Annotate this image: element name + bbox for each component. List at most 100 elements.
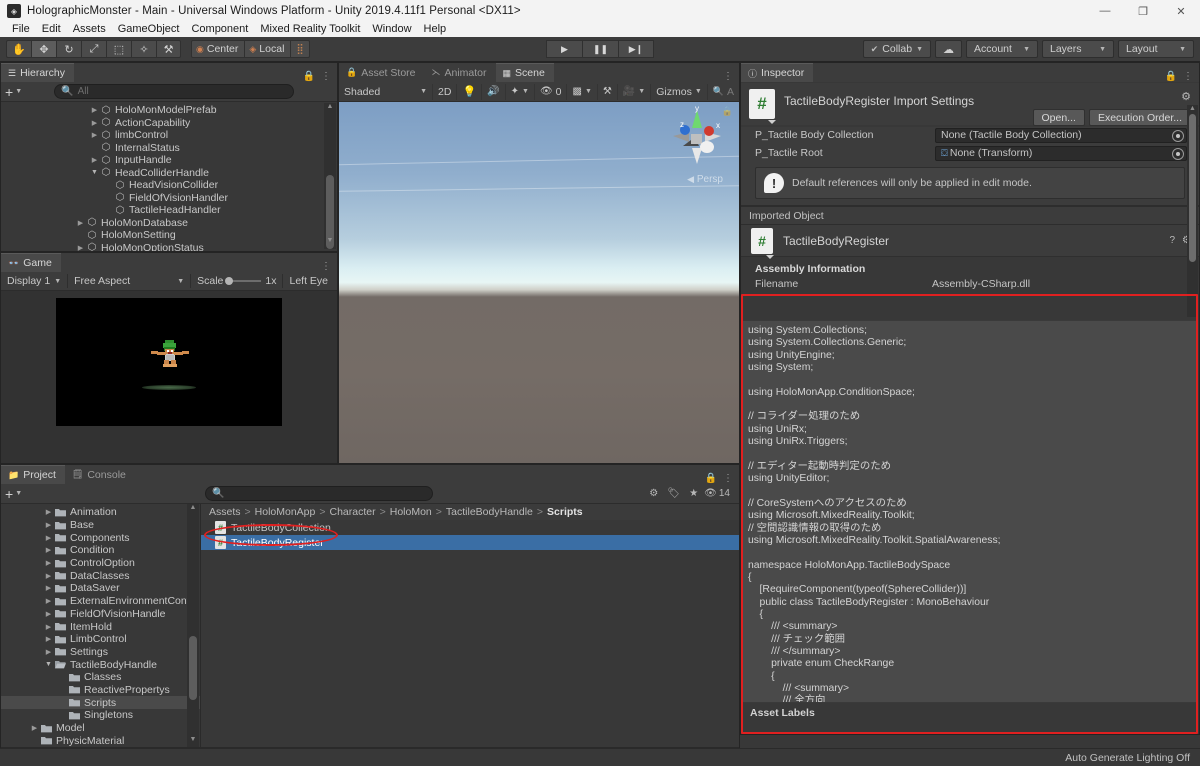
custom-editor-tool-icon[interactable]: ⚒ [156,40,181,58]
toggle-2d-button[interactable]: 2D [433,83,458,100]
chevron-right-icon[interactable]: ▶ [89,156,100,164]
chevron-right-icon[interactable]: ▶ [43,508,54,516]
hierarchy-item[interactable]: ⬡ InternalStatus [1,142,337,155]
hand-tool-icon[interactable]: ✋ [6,40,31,58]
project-file-item[interactable]: # TactileBodyRegister [201,535,739,550]
more-options-icon[interactable]: ⋮ [321,71,331,82]
chevron-down-icon[interactable]: ▼ [43,661,54,668]
breadcrumb-segment[interactable]: HoloMon [390,506,432,518]
chevron-right-icon[interactable]: ▶ [29,724,40,732]
tab-hierarchy[interactable]: ☰ Hierarchy [1,63,75,82]
project-folder-item[interactable]: PhysicMaterial [1,734,200,747]
grid-visibility-dropdown[interactable]: ▩ ▼ [567,83,598,100]
chevron-right-icon[interactable]: ▶ [43,534,54,542]
chevron-right-icon[interactable]: ▶ [43,623,54,631]
hierarchy-item[interactable]: ▶ ⬡ HoloMonModelPrefab [1,104,337,117]
project-folder-item[interactable]: ▼ TactileBodyHandle [1,658,200,671]
move-tool-icon[interactable]: ✥ [31,40,56,58]
projection-mode-label[interactable]: ◀ Persp [687,174,723,185]
scale-slider[interactable]: Scale 1x [191,272,282,291]
project-search-input[interactable]: 🔍 [205,486,434,501]
tab-project[interactable]: 📁 Project [1,465,65,484]
chevron-right-icon[interactable]: ▶ [89,119,100,127]
project-folder-item[interactable]: ▶ Model [1,722,200,735]
scene-search-input[interactable]: 🔍 A [708,84,739,100]
hierarchy-item[interactable]: ▶ ⬡ HoloMonDatabase [1,217,337,230]
menu-file[interactable]: File [6,22,36,37]
search-by-type-icon[interactable]: ⚙ [644,486,663,502]
play-button[interactable]: ▶ [546,40,582,58]
asset-labels-section[interactable]: Asset Labels [742,704,1198,722]
transform-tool-icon[interactable]: ✧ [131,40,156,58]
help-icon[interactable]: ? [1169,235,1175,246]
project-folder-item[interactable]: ▶ Condition [1,544,200,557]
effects-dropdown[interactable]: ✦ ▼ [506,83,535,100]
game-canvas[interactable] [1,291,337,463]
account-button[interactable]: Account ▼ [966,40,1038,58]
more-options-icon[interactable]: ⋮ [321,261,331,272]
gear-icon[interactable]: ⚙ [1181,90,1191,103]
breadcrumb-segment[interactable]: Character [330,506,376,518]
chevron-right-icon[interactable]: ▶ [43,610,54,618]
more-options-icon[interactable]: ⋮ [723,71,733,82]
hierarchy-item[interactable]: ▼ ⬡ HeadColliderHandle [1,167,337,180]
chevron-right-icon[interactable]: ▶ [75,244,86,251]
scroll-down-icon[interactable]: ▼ [327,237,334,247]
project-folder-item[interactable]: Scripts [1,696,200,709]
scene-visibility-toggle[interactable]: 👁 0 [535,83,568,100]
maximize-button[interactable]: ❐ [1124,0,1162,22]
chevron-right-icon[interactable]: ▶ [75,219,86,227]
breadcrumb-segment[interactable]: Scripts [547,506,583,518]
rotate-tool-icon[interactable]: ↻ [56,40,81,58]
menu-edit[interactable]: Edit [36,22,67,37]
hierarchy-item[interactable]: ⬡ HeadVisionCollider [1,179,337,192]
chevron-right-icon[interactable]: ▶ [43,584,54,592]
pause-button[interactable]: ❚❚ [582,40,618,58]
hierarchy-search-input[interactable]: 🔍 All [54,84,295,99]
breadcrumb-segment[interactable]: HoloMonApp [255,506,316,518]
hierarchy-item[interactable]: ▶ ⬡ ActionCapability [1,117,337,130]
project-tree-scrollbar[interactable]: ▲ ▼ [187,504,199,747]
project-folder-item[interactable]: ▶ Base [1,519,200,532]
hierarchy-item[interactable]: ⬡ FieldOfVisionHandler [1,192,337,205]
create-asset-button[interactable]: + ▼ [5,486,22,502]
more-options-icon[interactable]: ⋮ [1183,71,1193,82]
menu-assets[interactable]: Assets [67,22,112,37]
tab-console[interactable]: 🗒 Console [64,465,135,484]
layout-button[interactable]: Layout ▼ [1118,40,1194,58]
close-button[interactable]: ✕ [1162,0,1200,22]
hierarchy-item[interactable]: ⬡ TactileHeadHandler [1,204,337,217]
step-button[interactable]: ▶❙ [618,40,654,58]
scale-slider-knob[interactable] [225,277,234,285]
aspect-dropdown[interactable]: Free Aspect ▼ [68,272,190,291]
project-folder-item[interactable]: ▶ ItemHold [1,620,200,633]
scale-slider-track[interactable] [225,277,262,285]
hierarchy-item[interactable]: ▶ ⬡ limbControl [1,129,337,142]
tab-inspector[interactable]: ⓘ Inspector [741,63,814,82]
gizmos-dropdown[interactable]: Gizmos ▼ [651,83,708,100]
pivot-rotation-button[interactable]: ◈ Local [245,40,292,58]
menu-mixed-reality-toolkit[interactable]: Mixed Reality Toolkit [254,22,366,37]
tab-asset-store[interactable]: 🔒 Asset Store [339,63,425,82]
project-folder-item[interactable]: ▶ Components [1,531,200,544]
eye-selector[interactable]: Left Eye [283,272,334,291]
tab-game[interactable]: 👓 Game [1,253,61,272]
scroll-up-icon[interactable]: ▲ [190,504,197,514]
chevron-right-icon[interactable]: ▶ [43,521,54,529]
lock-icon[interactable]: 🔒 [1165,71,1177,82]
camera-settings-dropdown[interactable]: 🎥 ▼ [618,83,652,100]
project-folder-item[interactable]: ReactivePropertys [1,684,200,697]
inspector-scrollbar[interactable]: ▲ [1187,105,1198,317]
hierarchy-item[interactable]: ⬡ HoloMonSetting [1,229,337,242]
lock-icon[interactable]: 🔒 [303,71,315,82]
lighting-toggle-button[interactable]: 💡 [457,83,483,100]
breadcrumb-segment[interactable]: Assets [209,506,241,518]
layers-button[interactable]: Layers ▼ [1042,40,1114,58]
menu-window[interactable]: Window [366,22,417,37]
project-folder-item[interactable]: Singletons [1,709,200,722]
minimize-button[interactable]: — [1086,0,1124,22]
object-picker-icon[interactable] [1172,129,1184,142]
open-button[interactable]: Open... [1032,109,1085,126]
rect-tool-icon[interactable]: ⬚ [106,40,131,58]
pivot-mode-button[interactable]: ◉ Center [191,40,246,58]
